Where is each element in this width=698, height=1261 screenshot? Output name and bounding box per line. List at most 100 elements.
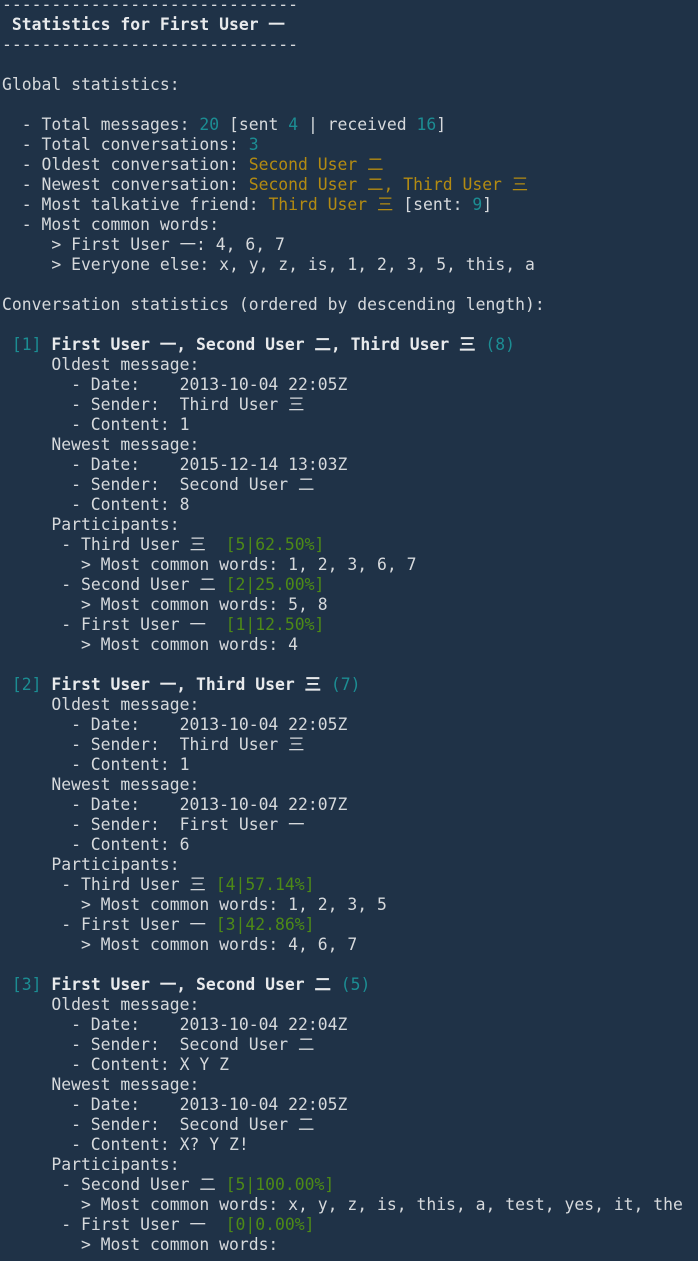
global-heading: Global statistics: bbox=[2, 75, 180, 94]
common-words-value: 5, 8 bbox=[288, 595, 328, 614]
conversation-title: First User 一, Third User 三 bbox=[41, 675, 321, 694]
total-conversations-label: - Total conversations: bbox=[2, 135, 249, 154]
common-words-value: 1, 2, 3, 5 bbox=[288, 895, 387, 914]
header-rule-top: ------------------------------ bbox=[2, 0, 299, 14]
newest-message-heading: Newest message: bbox=[2, 775, 698, 795]
participant-row: - First User 一 [3|42.86%] bbox=[2, 915, 698, 935]
sender-label: - Sender: bbox=[2, 475, 180, 494]
newest-conversation-label: - Newest conversation: bbox=[2, 175, 249, 194]
common-words-others: > Everyone else: x, y, z, is, 1, 2, 3, 5… bbox=[2, 255, 535, 274]
bracket: ] bbox=[436, 115, 447, 134]
message-content: - Content: 8 bbox=[2, 495, 698, 515]
participant-row: - First User 一 [0|0.00%] bbox=[2, 1215, 698, 1235]
oldest-message-heading: Oldest message: bbox=[2, 995, 698, 1015]
total-conversations-line: - Total conversations: 3 bbox=[2, 135, 698, 155]
message-date: - Date: 2013-10-04 22:04Z bbox=[2, 1015, 698, 1035]
common-words-value: 4, 6, 7 bbox=[288, 935, 358, 954]
content-value: 6 bbox=[179, 835, 190, 854]
conversation-header: [3] First User 一, Second User 二 (5) bbox=[2, 975, 698, 995]
newest-conversation-line: - Newest conversation: Second User 二, Th… bbox=[2, 175, 698, 195]
date-value: 2013-10-04 22:05Z bbox=[179, 375, 348, 394]
newest-message-label: Newest message: bbox=[2, 435, 200, 454]
content-value: 1 bbox=[179, 755, 190, 774]
newest-message-label: Newest message: bbox=[2, 775, 200, 794]
common-words-label: > Most common words: bbox=[2, 635, 289, 654]
message-sender: - Sender: First User 一 bbox=[2, 815, 698, 835]
sender-value: Second User 二 bbox=[179, 1115, 315, 1134]
participant-row: - Second User 二 [5|100.00%] bbox=[2, 1175, 698, 1195]
sender-label: - Sender: bbox=[2, 815, 180, 834]
oldest-conversation-label: - Oldest conversation: bbox=[2, 155, 249, 174]
participant-name: First User 一 bbox=[80, 615, 226, 634]
participants-heading: Participants: bbox=[2, 1155, 698, 1175]
participant-common-words: > Most common words: 4 bbox=[2, 635, 698, 655]
oldest-message-heading: Oldest message: bbox=[2, 695, 698, 715]
most-talkative-sent-value: 9 bbox=[472, 195, 483, 214]
message-date: - Date: 2013-10-04 22:05Z bbox=[2, 715, 698, 735]
participant-share: [0|0.00%] bbox=[225, 1215, 315, 1234]
participant-share: [2|25.00%] bbox=[225, 575, 325, 594]
most-talkative-sent-label: [sent: bbox=[393, 195, 473, 214]
most-talkative-line: - Most talkative friend: Third User 三 [s… bbox=[2, 195, 698, 215]
common-words-value: x, y, z, is, this, a, test, yes, it, the bbox=[288, 1195, 683, 1214]
conversation-title: First User 一, Second User 二, Third User … bbox=[41, 335, 476, 354]
participants-label: Participants: bbox=[2, 855, 180, 874]
common-words-label: > Most common words: bbox=[2, 1195, 289, 1214]
message-content: - Content: 1 bbox=[2, 415, 698, 435]
sent-label: [sent bbox=[219, 115, 289, 134]
sender-label: - Sender: bbox=[2, 395, 180, 414]
common-words-value: 1, 2, 3, 6, 7 bbox=[288, 555, 417, 574]
participant-prefix: - bbox=[2, 915, 81, 934]
participant-name: Second User 二 bbox=[80, 1175, 226, 1194]
total-conversations-value: 3 bbox=[248, 135, 259, 154]
participant-row: - Third User 三 [4|57.14%] bbox=[2, 875, 698, 895]
participant-row: - First User 一 [1|12.50%] bbox=[2, 615, 698, 635]
newest-message-label: Newest message: bbox=[2, 1075, 200, 1094]
sender-value: Second User 二 bbox=[179, 1035, 315, 1054]
content-label: - Content: bbox=[2, 1135, 180, 1154]
message-content: - Content: 1 bbox=[2, 755, 698, 775]
message-date: - Date: 2013-10-04 22:05Z bbox=[2, 1095, 698, 1115]
message-sender: - Sender: Third User 三 bbox=[2, 395, 698, 415]
newest-message-heading: Newest message: bbox=[2, 1075, 698, 1095]
common-words-label: > Most common words: bbox=[2, 595, 289, 614]
date-label: - Date: bbox=[2, 455, 180, 474]
most-talkative-label: - Most talkative friend: bbox=[2, 195, 269, 214]
date-label: - Date: bbox=[2, 1095, 180, 1114]
date-label: - Date: bbox=[2, 375, 180, 394]
terminal-output: ------------------------------ Statistic… bbox=[0, 0, 698, 1255]
conversations-heading: Conversation statistics (ordered by desc… bbox=[2, 295, 545, 314]
participant-prefix: - bbox=[2, 575, 81, 594]
oldest-message-label: Oldest message: bbox=[2, 995, 200, 1014]
sender-value: Third User 三 bbox=[179, 735, 305, 754]
participant-share: [5|100.00%] bbox=[225, 1175, 335, 1194]
content-label: - Content: bbox=[2, 835, 180, 854]
oldest-message-label: Oldest message: bbox=[2, 355, 200, 374]
date-label: - Date: bbox=[2, 1015, 180, 1034]
date-value: 2013-10-04 22:07Z bbox=[179, 795, 348, 814]
newest-message-heading: Newest message: bbox=[2, 435, 698, 455]
content-value: X Y Z bbox=[179, 1055, 229, 1074]
message-date: - Date: 2015-12-14 13:03Z bbox=[2, 455, 698, 475]
message-date: - Date: 2013-10-04 22:07Z bbox=[2, 795, 698, 815]
participant-row: - Second User 二 [2|25.00%] bbox=[2, 575, 698, 595]
content-value: 8 bbox=[179, 495, 190, 514]
sender-value: Third User 三 bbox=[179, 395, 305, 414]
participant-name: Second User 二 bbox=[80, 575, 226, 594]
participants-heading: Participants: bbox=[2, 515, 698, 535]
oldest-message-label: Oldest message: bbox=[2, 695, 200, 714]
participant-common-words: > Most common words: 1, 2, 3, 6, 7 bbox=[2, 555, 698, 575]
blank bbox=[2, 655, 12, 674]
message-sender: - Sender: Second User 二 bbox=[2, 1035, 698, 1055]
participants-heading: Participants: bbox=[2, 855, 698, 875]
message-sender: - Sender: Second User 二 bbox=[2, 1115, 698, 1135]
page-title: Statistics for First User 一 bbox=[2, 15, 285, 34]
message-date: - Date: 2013-10-04 22:05Z bbox=[2, 375, 698, 395]
participant-share: [5|62.50%] bbox=[225, 535, 325, 554]
sender-label: - Sender: bbox=[2, 735, 180, 754]
participant-name: First User 一 bbox=[80, 1215, 226, 1234]
content-label: - Content: bbox=[2, 755, 180, 774]
message-content: - Content: X Y Z bbox=[2, 1055, 698, 1075]
participant-row: - Third User 三 [5|62.50%] bbox=[2, 535, 698, 555]
